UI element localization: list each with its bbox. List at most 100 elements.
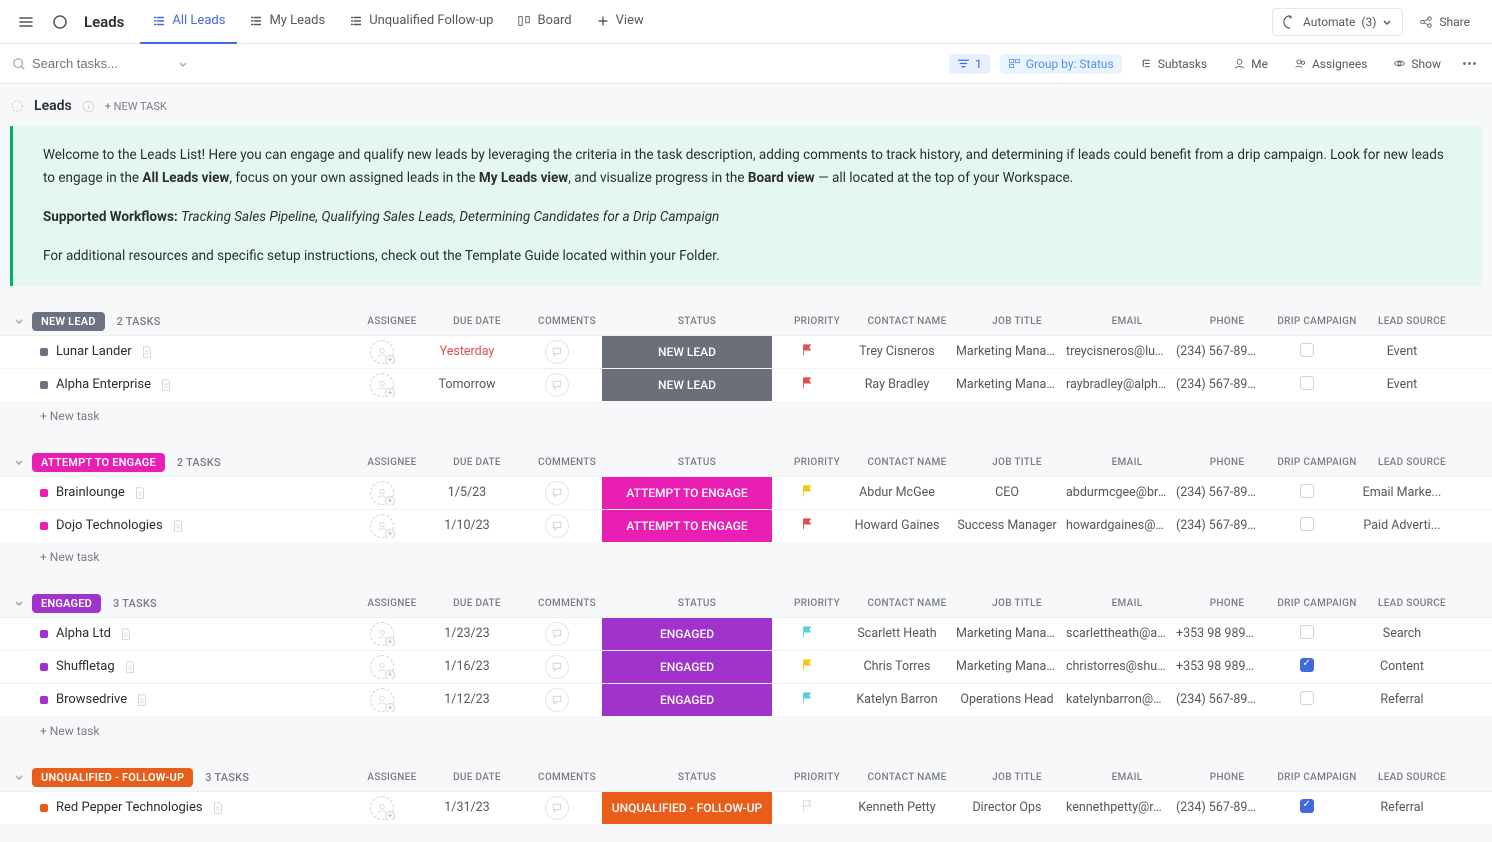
status-pill[interactable]: ATTEMPT TO ENGAGE [602, 510, 772, 542]
comment-icon[interactable] [545, 340, 569, 364]
job-title-cell[interactable]: Marketing Manager [952, 377, 1062, 392]
job-title-cell[interactable]: Marketing Manager [952, 344, 1062, 359]
email-cell[interactable]: abdurmcgee@brainlo [1062, 485, 1172, 500]
group-collapse-icon[interactable] [10, 594, 28, 612]
due-date-cell[interactable]: 1/10/23 [422, 518, 512, 533]
phone-cell[interactable]: (234) 567-8901 [1172, 377, 1262, 392]
assignee-add-icon[interactable]: + [370, 688, 394, 712]
drip-cell[interactable] [1262, 484, 1352, 502]
phone-cell[interactable]: (234) 567-8901 [1172, 344, 1262, 359]
contact-cell[interactable]: Ray Bradley [842, 377, 952, 392]
priority-flag-icon[interactable] [800, 658, 814, 672]
group-status-chip[interactable]: ENGAGED [32, 594, 101, 613]
due-date-cell[interactable]: 1/16/23 [422, 659, 512, 674]
due-date-cell[interactable]: Tomorrow [422, 377, 512, 392]
job-title-cell[interactable]: Marketing Manager [952, 659, 1062, 674]
job-title-cell[interactable]: Director Ops [952, 800, 1062, 815]
description-icon[interactable] [133, 486, 147, 500]
contact-cell[interactable]: Chris Torres [842, 659, 952, 674]
show-button[interactable]: Show [1385, 54, 1449, 74]
drip-checkbox[interactable] [1300, 658, 1314, 672]
email-cell[interactable]: treycisneros@lunarla [1062, 344, 1172, 359]
task-name[interactable]: Alpha Enterprise [56, 377, 151, 392]
description-icon[interactable] [171, 519, 185, 533]
description-icon[interactable] [119, 627, 133, 641]
automate-button[interactable]: Automate (3) [1272, 8, 1403, 36]
comments-cell[interactable] [512, 514, 602, 538]
group-status-chip[interactable]: UNQUALIFIED - FOLLOW-UP [32, 768, 193, 787]
group-by-button[interactable]: Group by: Status [1000, 54, 1122, 74]
drip-cell[interactable] [1262, 376, 1352, 394]
priority-flag-icon[interactable] [800, 484, 814, 498]
job-title-cell[interactable]: Success Manager [952, 518, 1062, 533]
group-collapse-icon[interactable] [10, 453, 28, 471]
subtasks-button[interactable]: Subtasks [1132, 54, 1215, 74]
assignee-cell[interactable]: + [342, 796, 422, 820]
drip-cell[interactable] [1262, 799, 1352, 817]
contact-cell[interactable]: Kenneth Petty [842, 800, 952, 815]
table-row[interactable]: Alpha Ltd+1/23/23ENGAGEDScarlett HeathMa… [0, 617, 1492, 650]
assignee-cell[interactable]: + [342, 373, 422, 397]
phone-cell[interactable]: +353 98 98999 [1172, 659, 1262, 674]
due-date-cell[interactable]: 1/5/23 [422, 485, 512, 500]
status-pill[interactable]: ATTEMPT TO ENGAGE [602, 477, 772, 509]
share-button[interactable]: Share [1409, 8, 1480, 36]
view-tab-board[interactable]: Board [505, 0, 583, 44]
description-icon[interactable] [211, 801, 225, 815]
email-cell[interactable]: katelynbarron@brows [1062, 692, 1172, 707]
status-pill[interactable]: NEW LEAD [602, 336, 772, 368]
due-date-cell[interactable]: 1/12/23 [422, 692, 512, 707]
drip-cell[interactable] [1262, 691, 1352, 709]
status-pill[interactable]: ENGAGED [602, 651, 772, 683]
source-cell[interactable]: Content [1352, 659, 1452, 674]
assignee-add-icon[interactable]: + [370, 514, 394, 538]
job-title-cell[interactable]: Operations Head [952, 692, 1062, 707]
status-pill[interactable]: ENGAGED [602, 618, 772, 650]
view-tab-all-leads[interactable]: All Leads [140, 0, 237, 44]
contact-cell[interactable]: Abdur McGee [842, 485, 952, 500]
contact-cell[interactable]: Howard Gaines [842, 518, 952, 533]
table-row[interactable]: Lunar Lander+YesterdayNEW LEADTrey Cisne… [0, 335, 1492, 368]
view-tab-unqualified-follow-up[interactable]: Unqualified Follow-up [337, 0, 505, 44]
assignee-cell[interactable]: + [342, 655, 422, 679]
drip-cell[interactable] [1262, 658, 1352, 676]
filter-button[interactable]: 1 [949, 54, 990, 74]
drip-cell[interactable] [1262, 343, 1352, 361]
description-icon[interactable] [123, 660, 137, 674]
comment-icon[interactable] [545, 688, 569, 712]
comment-icon[interactable] [545, 796, 569, 820]
task-name[interactable]: Alpha Ltd [56, 626, 111, 641]
task-name[interactable]: Brainlounge [56, 485, 125, 500]
contact-cell[interactable]: Trey Cisneros [842, 344, 952, 359]
comments-cell[interactable] [512, 622, 602, 646]
due-date-cell[interactable]: 1/31/23 [422, 800, 512, 815]
email-cell[interactable]: raybradley@alphaent [1062, 377, 1172, 392]
assignee-cell[interactable]: + [342, 622, 422, 646]
drip-checkbox[interactable] [1300, 691, 1314, 705]
comments-cell[interactable] [512, 481, 602, 505]
search-input[interactable] [32, 56, 172, 71]
priority-flag-icon[interactable] [800, 343, 814, 357]
group-collapse-icon[interactable] [10, 768, 28, 786]
task-name[interactable]: Lunar Lander [56, 344, 132, 359]
task-name[interactable]: Red Pepper Technologies [56, 800, 203, 815]
task-name[interactable]: Browsedrive [56, 692, 127, 707]
more-icon[interactable] [1459, 58, 1480, 69]
new-task-row[interactable]: + New task [0, 401, 1492, 431]
me-button[interactable]: Me [1225, 54, 1276, 74]
assignee-cell[interactable]: + [342, 514, 422, 538]
priority-flag-icon[interactable] [800, 376, 814, 390]
comment-icon[interactable] [545, 373, 569, 397]
priority-flag-icon[interactable] [800, 799, 814, 813]
table-row[interactable]: Alpha Enterprise+TomorrowNEW LEADRay Bra… [0, 368, 1492, 401]
assignees-button[interactable]: Assignees [1286, 54, 1375, 74]
phone-cell[interactable]: (234) 567-8901 [1172, 800, 1262, 815]
phone-cell[interactable]: (234) 567-8901 [1172, 518, 1262, 533]
assignee-cell[interactable]: + [342, 340, 422, 364]
source-cell[interactable]: Referral [1352, 800, 1452, 815]
priority-cell[interactable] [772, 484, 842, 502]
description-icon[interactable] [135, 693, 149, 707]
task-name[interactable]: Shuffletag [56, 659, 115, 674]
source-cell[interactable]: Event [1352, 344, 1452, 359]
chevron-down-icon[interactable] [178, 59, 188, 69]
